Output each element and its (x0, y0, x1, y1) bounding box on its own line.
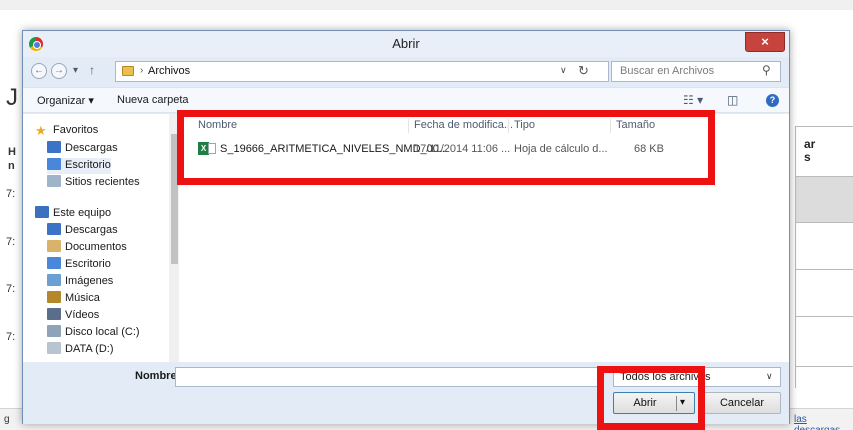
background-text-fragment: 7: (6, 283, 16, 295)
drive-icon (47, 342, 61, 354)
desktop-icon (47, 257, 61, 269)
back-arrow-icon[interactable]: ← (31, 63, 47, 79)
nav-item-music[interactable]: Música (47, 291, 100, 307)
nav-item-label: Escritorio (65, 258, 111, 270)
show-downloads-link[interactable]: las descargas (794, 414, 853, 430)
nav-item-desktop[interactable]: Escritorio (47, 158, 111, 174)
downloads-icon (47, 223, 61, 235)
breadcrumb-current[interactable]: Archivos (148, 65, 190, 77)
videos-icon (47, 308, 61, 320)
background-text-fragment: 7: (6, 331, 16, 343)
music-icon (47, 291, 61, 303)
nav-item-favorites[interactable]: ★ Favoritos (35, 124, 98, 140)
background-table (795, 126, 853, 388)
nav-item-desktop-pc[interactable]: Escritorio (47, 257, 111, 273)
background-text-fragment: H (8, 146, 16, 158)
nav-item-documents[interactable]: Documentos (47, 240, 127, 256)
nav-item-recent-places[interactable]: Sitios recientes (47, 175, 140, 191)
nav-item-label: Música (65, 292, 100, 304)
nav-item-label: Descargas (65, 142, 118, 154)
background-text-fragment: g (4, 414, 10, 425)
dialog-titlebar[interactable]: Abrir × (23, 31, 789, 57)
chevron-down-icon: ∨ (766, 371, 773, 381)
nav-item-label: Escritorio (65, 159, 111, 171)
nav-item-label: Vídeos (65, 309, 100, 321)
nav-item-label: Documentos (65, 241, 127, 253)
folder-icon (122, 66, 134, 76)
address-row: ← → ▾ ↑ › Archivos ∨ ↻ Buscar en Archivo… (23, 58, 789, 86)
search-placeholder: Buscar en Archivos (620, 65, 715, 77)
disk-icon (47, 325, 61, 337)
nav-item-label: Este equipo (53, 207, 112, 219)
downloads-icon (47, 141, 61, 153)
nav-item-local-disk[interactable]: Disco local (C:) (47, 325, 140, 341)
desktop-icon (47, 158, 61, 170)
nav-item-data-drive[interactable]: DATA (D:) (47, 342, 113, 358)
help-icon[interactable]: ? (766, 94, 779, 107)
address-bar[interactable]: › Archivos ∨ ↻ (115, 61, 609, 82)
organize-button[interactable]: Organizar ▾ (37, 94, 94, 107)
background-menu-bar (0, 0, 853, 10)
background-text-fragment: 7: (6, 188, 16, 200)
nav-item-label: Disco local (C:) (65, 326, 140, 338)
navigation-pane: ★ Favoritos Descargas Escritorio Sitios r… (23, 114, 179, 362)
dialog-title: Abrir (392, 36, 420, 51)
recent-locations-chevron-icon[interactable]: ▾ (73, 65, 78, 76)
open-file-dialog: Abrir × ← → ▾ ↑ › Archivos ∨ ↻ Buscar en… (22, 30, 790, 424)
preview-pane-icon[interactable]: ◫ (727, 93, 738, 107)
close-button[interactable]: × (745, 32, 785, 52)
background-heading-fragment: J (6, 84, 18, 111)
background-text-fragment: 7: (6, 236, 16, 248)
nav-item-label: Descargas (65, 224, 118, 236)
filename-input[interactable] (175, 367, 603, 387)
background-column-header: ar s (804, 137, 816, 164)
recent-icon (47, 175, 61, 187)
filename-label: Nombre: (135, 370, 181, 382)
nav-item-downloads[interactable]: Descargas (47, 141, 118, 157)
search-input[interactable]: Buscar en Archivos ⚲ (611, 61, 781, 82)
forward-arrow-icon[interactable]: → (51, 63, 67, 79)
new-folder-button[interactable]: Nueva carpeta (117, 94, 189, 106)
breadcrumb-separator-icon: › (140, 65, 144, 76)
star-icon: ★ (35, 123, 47, 138)
documents-icon (47, 240, 61, 252)
nav-item-downloads-pc[interactable]: Descargas (47, 223, 118, 239)
background-text-fragment: n (8, 160, 15, 172)
refresh-icon[interactable]: ↻ (578, 63, 589, 79)
nav-item-videos[interactable]: Vídeos (47, 308, 99, 324)
background-table-highlight (796, 176, 853, 222)
cancel-button[interactable]: Cancelar (703, 392, 781, 414)
nav-item-pictures[interactable]: Imágenes (47, 274, 113, 290)
nav-item-label: Imágenes (65, 275, 114, 287)
annotation-highlight-open-button (597, 366, 705, 430)
annotation-highlight-file (177, 110, 715, 185)
up-arrow-icon[interactable]: ↑ (89, 63, 95, 77)
computer-icon (35, 206, 49, 218)
pictures-icon (47, 274, 61, 286)
search-icon[interactable]: ⚲ (762, 63, 771, 77)
view-options-icon[interactable]: ☷ ▾ (683, 93, 703, 107)
nav-item-label: Favoritos (53, 124, 99, 136)
nav-item-label: DATA (D:) (65, 343, 114, 355)
address-history-chevron-icon[interactable]: ∨ (560, 65, 567, 76)
nav-item-this-pc[interactable]: Este equipo (35, 206, 111, 222)
nav-item-label: Sitios recientes (65, 176, 140, 188)
